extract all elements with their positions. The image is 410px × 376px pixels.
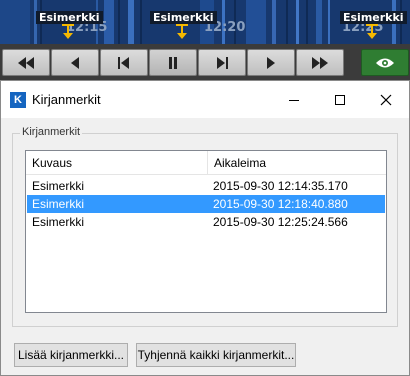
- column-header-description[interactable]: Kuvaus: [26, 151, 207, 175]
- pause-button[interactable]: [149, 49, 197, 76]
- view-button[interactable]: [361, 49, 409, 76]
- skip-next-button[interactable]: [198, 49, 246, 76]
- bookmarks-list[interactable]: Kuvaus Aikaleima Esimerkki 2015-09-30 12…: [25, 150, 387, 313]
- list-item[interactable]: Esimerkki 2015-09-30 12:14:35.170: [27, 177, 385, 195]
- column-header-timestamp[interactable]: Aikaleima: [207, 151, 386, 175]
- timeline-bookmark-marker[interactable]: Esimerkki: [340, 10, 407, 40]
- arrow-down-icon: [366, 24, 378, 39]
- playback-controls: [0, 44, 410, 80]
- maximize-button[interactable]: [317, 81, 363, 118]
- skip-next-icon: [217, 56, 228, 69]
- fast-forward-button[interactable]: [296, 49, 344, 76]
- arrow-down-icon: [62, 24, 74, 39]
- skip-previous-button[interactable]: [100, 49, 148, 76]
- minimize-icon: [289, 99, 299, 101]
- list-header: Kuvaus Aikaleima: [26, 151, 386, 175]
- timeline-bookmark-marker[interactable]: Esimerkki: [150, 10, 217, 40]
- close-button[interactable]: [363, 81, 409, 118]
- play-icon: [267, 56, 275, 69]
- skip-previous-icon: [118, 56, 129, 69]
- dialog-titlebar[interactable]: K Kirjanmerkit: [1, 81, 409, 118]
- list-item-selected[interactable]: Esimerkki 2015-09-30 12:18:40.880: [27, 195, 385, 213]
- bookmark-marker-label: Esimerkki: [150, 11, 217, 24]
- step-back-button[interactable]: [51, 49, 99, 76]
- close-icon: [380, 94, 392, 105]
- pause-icon: [169, 56, 177, 69]
- bookmark-timestamp: 2015-09-30 12:25:24.566: [213, 215, 348, 229]
- add-bookmark-button[interactable]: Lisää kirjanmerkki...: [14, 343, 128, 367]
- bookmark-description: Esimerkki: [32, 215, 85, 229]
- step-back-icon: [71, 56, 79, 69]
- fast-rewind-button[interactable]: [2, 49, 50, 76]
- bookmark-description: Esimerkki: [32, 179, 85, 193]
- app-icon: K: [10, 92, 26, 108]
- dialog-title: Kirjanmerkit: [32, 92, 101, 107]
- bookmarks-dialog: K Kirjanmerkit Kirjanmerkit Kuvaus Aikal…: [0, 80, 410, 376]
- bookmark-marker-label: Esimerkki: [36, 11, 103, 24]
- bookmark-timestamp: 2015-09-30 12:18:40.880: [213, 197, 348, 211]
- maximize-icon: [335, 94, 345, 105]
- arrow-down-icon: [176, 24, 188, 39]
- list-item[interactable]: Esimerkki 2015-09-30 12:25:24.566: [27, 213, 385, 231]
- eye-icon: [376, 58, 394, 67]
- fast-rewind-icon: [18, 56, 34, 69]
- minimize-button[interactable]: [271, 81, 317, 118]
- groupbox-label: Kirjanmerkit: [20, 126, 83, 138]
- fast-forward-icon: [312, 56, 328, 69]
- play-button[interactable]: [247, 49, 295, 76]
- bookmark-timestamp: 2015-09-30 12:14:35.170: [213, 179, 348, 193]
- bookmark-description: Esimerkki: [32, 197, 85, 211]
- clear-all-bookmarks-button[interactable]: Tyhjennä kaikki kirjanmerkit...: [136, 343, 296, 367]
- bookmark-marker-label: Esimerkki: [340, 11, 407, 24]
- timeline[interactable]: 12:15 12:20 12:25 Esimerkki Esimerkki Es…: [0, 0, 410, 44]
- timeline-bookmark-marker[interactable]: Esimerkki: [36, 10, 103, 40]
